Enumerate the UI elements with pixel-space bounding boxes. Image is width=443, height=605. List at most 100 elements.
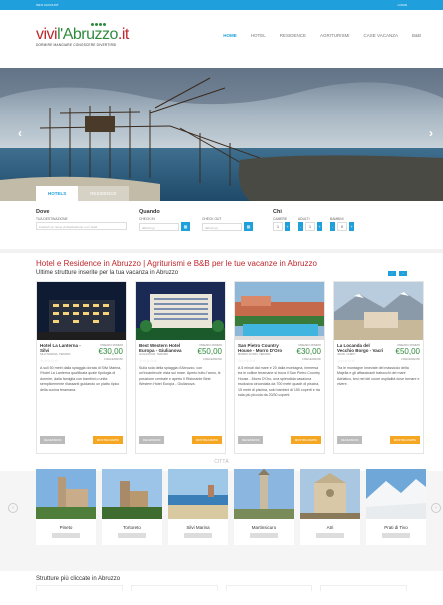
page-headline: Hotel e Residence in Abruzzo | Agrituris… [36, 259, 317, 268]
city-image[interactable] [366, 469, 426, 519]
tab-hotels[interactable]: HOTELS [36, 186, 79, 201]
most-clicked-title: Strutture più cliccate in Abruzzo [36, 576, 121, 582]
show-map-button[interactable]: MOSTRA MAPPA [290, 436, 321, 444]
search-when: Quando CHECK IN dd/mm/yy ▦ CHECK OUT dd/m… [139, 209, 257, 245]
city-name[interactable]: Silvi Marina [168, 519, 228, 530]
hero-prev-arrow[interactable]: ‹ [18, 126, 22, 140]
city-button[interactable] [184, 533, 212, 538]
city-card[interactable]: Prati di Tivo [366, 469, 426, 545]
city-carousel: Pineto Tortoreto Silvi Marina Martinsicu… [0, 469, 443, 545]
checkin-label: CHECK IN [139, 217, 155, 221]
adults-count[interactable]: 1 [305, 222, 315, 231]
card-placeholder[interactable] [225, 585, 313, 591]
city-image[interactable] [234, 469, 294, 519]
carousel-controls: ‹ › [388, 270, 407, 276]
city-card[interactable]: Atri [300, 469, 360, 545]
reviews-button[interactable]: RECENSIONI [139, 436, 165, 444]
city-button[interactable] [316, 533, 344, 538]
city-card[interactable]: Martinsicuro [234, 469, 294, 545]
search-form: Dove TUA DESTINAZIONE inserisci un nome … [0, 201, 443, 245]
top-bar: INFO ACCOUNT LOGIN [0, 0, 443, 10]
city-name[interactable]: Martinsicuro [234, 519, 294, 530]
children-plus-button[interactable]: + [349, 222, 354, 231]
city-button[interactable] [52, 533, 80, 538]
calendar-icon[interactable]: ▦ [244, 222, 253, 231]
city-button[interactable] [118, 533, 146, 538]
rating-stars: ☆☆☆☆☆ 0 RECENSIONI [136, 356, 225, 363]
site-logo[interactable]: vivil'Abruzzo.it DORMIRE MANGIARE CONOSC… [36, 23, 129, 47]
nav-bb[interactable]: B&B [412, 33, 421, 38]
header: vivil'Abruzzo.it DORMIRE MANGIARE CONOSC… [0, 10, 443, 60]
city-image[interactable] [36, 469, 96, 519]
destination-input[interactable]: inserisci un nome di destinazione o un h… [36, 222, 127, 230]
city-card[interactable]: Silvi Marina [168, 469, 228, 545]
nav-hotel[interactable]: HOTEL [251, 33, 266, 38]
latest-title: Ultime strutture inserite per la tua vac… [36, 270, 179, 276]
hero-slider: ‹ › HOTELS RESIDENCE [0, 68, 443, 201]
hotel-description: Tra le montagne innevate del massiccio d… [337, 366, 420, 387]
hotel-image[interactable] [235, 282, 324, 340]
when-title: Quando [139, 209, 160, 215]
nav-agriturismi[interactable]: AGRITURISMI [320, 33, 350, 38]
city-name[interactable]: Pineto [36, 519, 96, 530]
calendar-icon[interactable]: ▦ [181, 222, 190, 231]
rooms-count[interactable]: 1 [273, 222, 283, 231]
show-map-button[interactable]: MOSTRA MAPPA [389, 436, 420, 444]
hotel-card[interactable]: La Locanda del Vecchio Borgo - Vacri VAC… [333, 281, 424, 454]
hotel-card[interactable]: San Pietro Country House - Morro D'Oro M… [234, 281, 325, 454]
city-image[interactable] [102, 469, 162, 519]
hero-next-arrow[interactable]: › [429, 126, 433, 140]
reviews-button[interactable]: RECENSIONI [40, 436, 66, 444]
card-placeholder[interactable] [130, 585, 218, 591]
city-name[interactable]: Atri [300, 519, 360, 530]
nav-case-vacanza[interactable]: CASE VACANZA [364, 33, 398, 38]
checkout-input[interactable]: dd/mm/yy [202, 222, 242, 231]
hotel-image[interactable] [37, 282, 126, 340]
rooms-plus-button[interactable]: + [285, 222, 290, 231]
city-card[interactable]: Tortoreto [102, 469, 162, 545]
card-placeholder[interactable] [36, 585, 123, 591]
reviews-button[interactable]: RECENSIONI [238, 436, 264, 444]
city-card[interactable]: Pineto [36, 469, 96, 545]
hotel-name[interactable]: La Locanda del Vecchio Borgo - Vacri [334, 340, 390, 353]
city-image[interactable] [168, 469, 228, 519]
hotel-name[interactable]: Hotel La Lanterna - Silvi [37, 340, 93, 353]
tab-residence[interactable]: RESIDENCE [78, 186, 129, 201]
hotel-name[interactable]: Best Western Hotel Europa - Giulianova [136, 340, 192, 353]
hotel-price: €30,00 [98, 347, 123, 356]
top-bar-left[interactable]: INFO ACCOUNT [36, 3, 59, 7]
carousel-next-button[interactable]: › [399, 270, 407, 276]
city-image[interactable] [300, 469, 360, 519]
hotel-name[interactable]: San Pietro Country House - Morro D'Oro [235, 340, 291, 353]
nav-residence[interactable]: RESIDENCE [280, 33, 306, 38]
adults-plus-button[interactable]: + [317, 222, 322, 231]
checkout-label: CHECK OUT [202, 217, 222, 221]
nav-home[interactable]: HOME [223, 33, 237, 38]
city-name[interactable]: Tortoreto [102, 519, 162, 530]
reviews-button[interactable]: RECENSIONI [337, 436, 363, 444]
logo-tagline: DORMIRE MANGIARE CONOSCERE DIVERTIRSI [36, 43, 117, 47]
adults-minus-button[interactable]: - [298, 222, 303, 231]
hotel-card[interactable]: Hotel La Lanterna - Silvi SILVI MARINA, … [36, 281, 127, 454]
star-icons: ☆☆☆☆☆ [238, 358, 256, 363]
login-link[interactable]: LOGIN [398, 3, 407, 7]
carousel-prev-button[interactable]: ‹ [388, 270, 396, 276]
children-count[interactable]: 0 [337, 222, 347, 231]
latest-cards: Hotel La Lanterna - Silvi SILVI MARINA, … [0, 276, 443, 454]
city-name[interactable]: Prati di Tivo [366, 519, 426, 530]
children-minus-button[interactable]: - [330, 222, 335, 231]
hotel-image[interactable] [334, 282, 423, 340]
hotel-card[interactable]: Best Western Hotel Europa - Giulianova G… [135, 281, 226, 454]
city-button[interactable] [250, 533, 278, 538]
city-button[interactable] [382, 533, 410, 538]
show-map-button[interactable]: MOSTRA MAPPA [191, 436, 222, 444]
hotel-description: A soli 50 metri dalla spiaggia dorata di… [40, 366, 122, 392]
logo-wordmark: vivil'Abruzzo.it [36, 26, 129, 43]
review-count: 0 RECENSIONI [203, 358, 222, 361]
where-title: Dove [36, 209, 50, 215]
hotel-image[interactable] [136, 282, 225, 340]
show-map-button[interactable]: MOSTRA MAPPA [92, 436, 123, 444]
adults-label: ADULTI [298, 217, 310, 221]
card-placeholder[interactable] [320, 585, 407, 591]
checkin-input[interactable]: dd/mm/yy [139, 222, 179, 231]
